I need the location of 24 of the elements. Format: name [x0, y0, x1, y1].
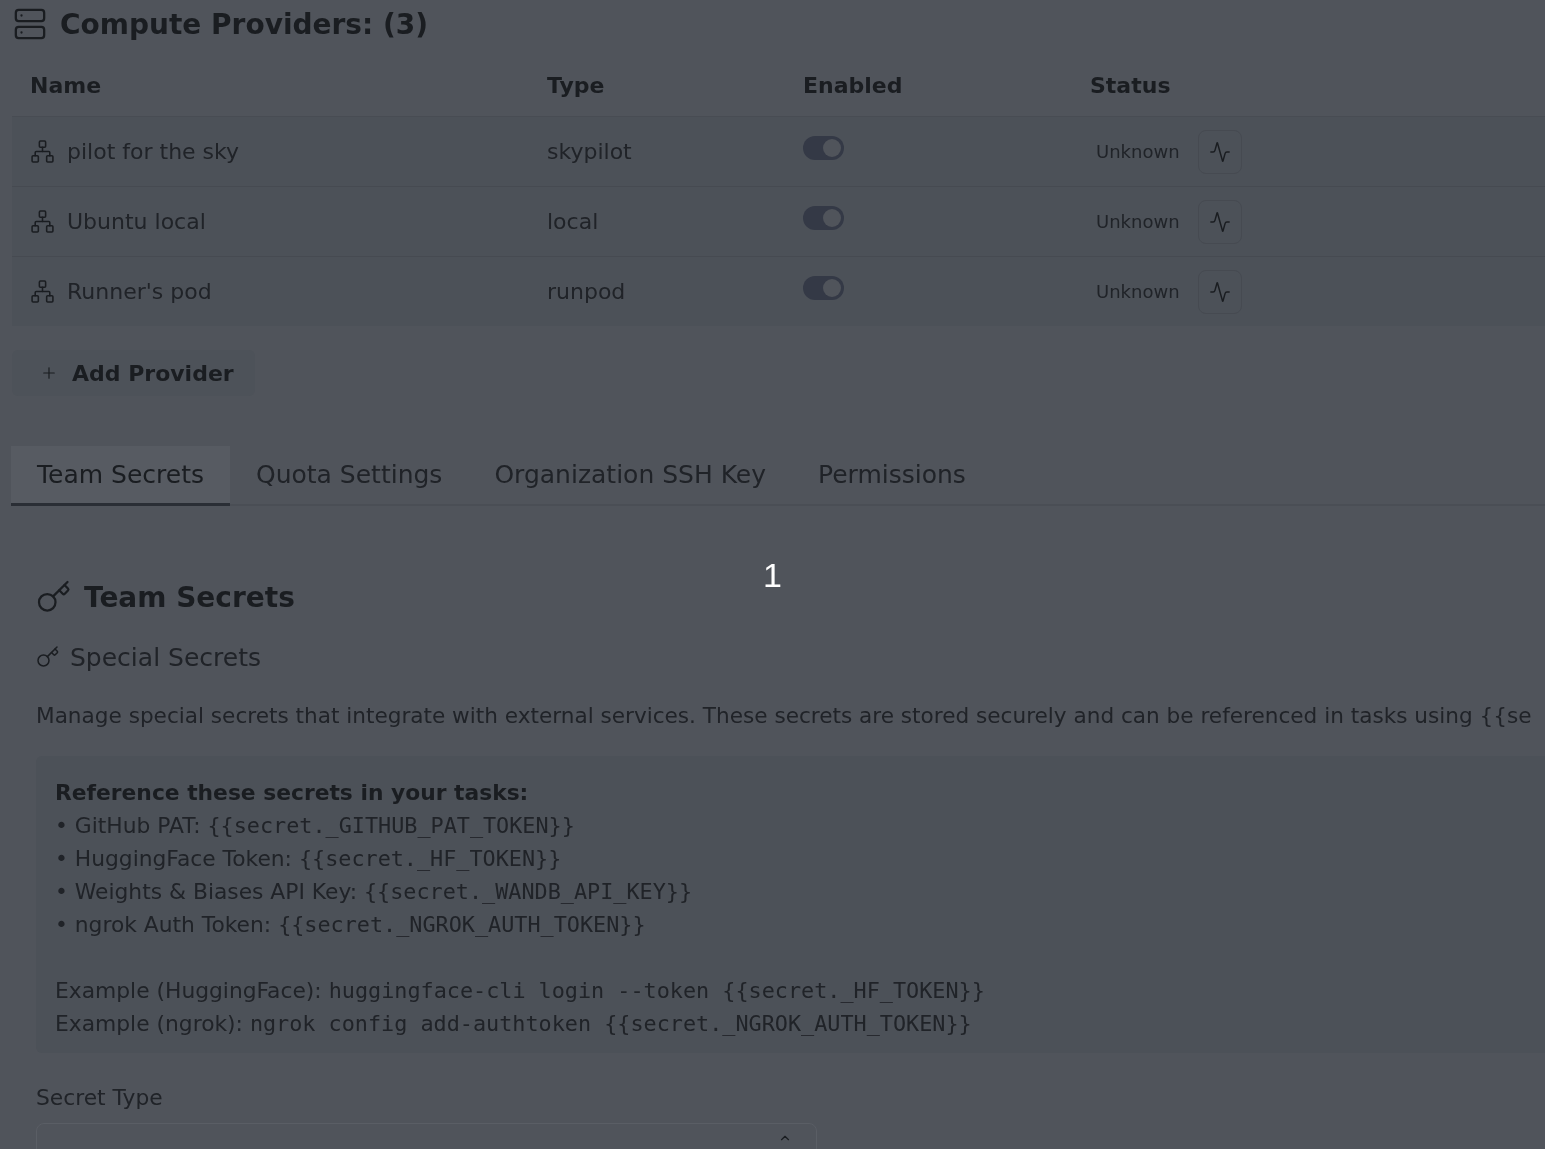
enabled-toggle[interactable]	[803, 135, 844, 160]
enabled-toggle[interactable]	[803, 205, 844, 230]
key-icon	[36, 645, 60, 669]
tab[interactable]: Team Secrets	[11, 446, 230, 506]
column-header: Status	[1089, 72, 1171, 98]
health-check-button[interactable]	[1197, 269, 1242, 314]
network-icon	[30, 209, 55, 234]
key-icon	[36, 579, 72, 615]
section-heading: Team Secrets	[84, 580, 295, 614]
health-check-button[interactable]	[1197, 129, 1242, 174]
column-header: Enabled	[802, 72, 903, 98]
network-icon	[30, 279, 55, 304]
pulse-icon	[1208, 210, 1231, 233]
plus-icon	[40, 364, 58, 382]
pulse-icon	[1208, 280, 1231, 303]
column-header: Type	[546, 72, 605, 98]
section-title: Compute Providers: (3)	[60, 7, 428, 41]
number-label: 1	[763, 556, 782, 594]
network-icon	[30, 139, 55, 164]
pulse-icon	[1208, 140, 1231, 163]
server-icon	[13, 7, 47, 41]
enabled-toggle[interactable]	[803, 275, 844, 300]
column-header: Name	[29, 72, 102, 98]
health-check-button[interactable]	[1197, 199, 1242, 244]
